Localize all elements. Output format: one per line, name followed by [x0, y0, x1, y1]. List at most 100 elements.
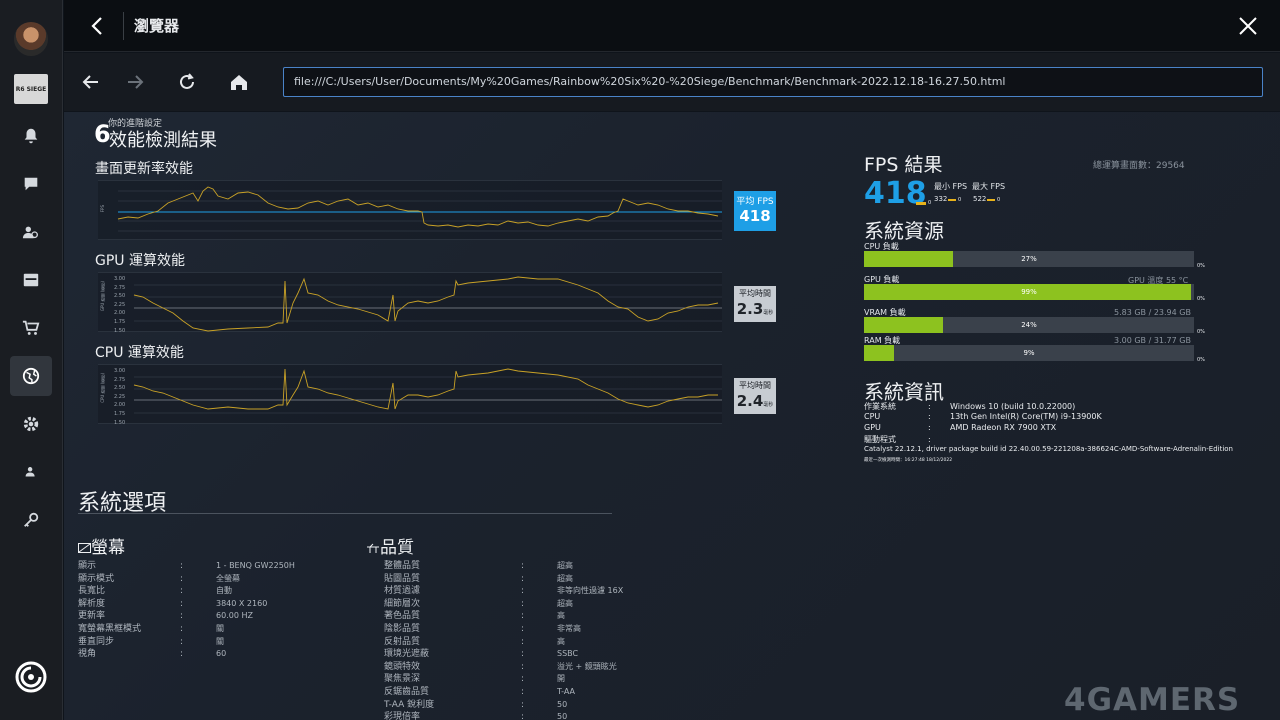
options-divider: [78, 513, 612, 514]
watermark: 4GAMERS: [1064, 682, 1241, 718]
gpu-load-bar: 99%: [864, 284, 1194, 300]
friends-icon[interactable]: [10, 212, 52, 252]
quality-title-text: 品質: [380, 538, 414, 558]
cpu-avg-badge: 平均時間 2.4毫秒: [734, 378, 776, 414]
avg-fps-badge: 平均 FPS 418: [734, 191, 776, 231]
game-thumbnail[interactable]: R6 SIEGE: [14, 74, 48, 104]
option-key: 更新率: [78, 611, 106, 622]
settings-gear-icon[interactable]: [10, 404, 52, 444]
store-cart-icon[interactable]: [10, 308, 52, 348]
option-value: 60.00 HZ: [216, 611, 253, 621]
key-icon[interactable]: [10, 500, 52, 540]
gpu-chart: GPU 時間 (毫秒) 3.00 2.75 2.50 2.25 2.00 1.75 1.50: [98, 272, 722, 334]
option-colon: :: [521, 623, 525, 634]
option-colon: :: [180, 636, 184, 647]
cpu-load-side: 0%: [1197, 263, 1205, 269]
option-key: 反鋸齒品質: [384, 686, 430, 697]
vram-load-bar: 24%: [864, 317, 1194, 333]
display-title-text: 螢幕: [91, 538, 125, 558]
gpu-value: AMD Radeon RX 7900 XTX: [950, 423, 1057, 432]
os-colon: :: [928, 402, 931, 411]
quality-keys: 整體品質 貼圖品質 材質過濾 細節層次 著色品質 陰影品質 反射品質 環境光遮蔽 鏡頭特效 聚焦景…: [384, 560, 434, 720]
os-value: Windows 10 (build 10.0.22000): [950, 402, 1076, 411]
option-key: 材質過濾: [384, 586, 421, 597]
gpu-avg-unit: 毫秒: [763, 310, 774, 316]
browser-toolbar: file:///C:/Users/User/Documents/My%20Gam…: [64, 53, 1280, 111]
avg-fps-sub: 0: [928, 200, 932, 206]
fps-results-title: FPS 結果: [864, 154, 943, 176]
cpu-value: 13th Gen Intel(R) Core(TM) i9-13900K: [950, 412, 1102, 421]
vram-mem: 5.83 GB / 23.94 GB: [1114, 308, 1191, 317]
nav-back-arrow-icon[interactable]: [80, 71, 102, 93]
option-value: 全螢幕: [216, 573, 240, 583]
ram-load-pct: 9%: [1023, 349, 1035, 357]
display-values: 1 - BENQ GW2250H 全螢幕 自動 3840 X 2160 60.00 HZ…: [216, 560, 295, 661]
account-icon[interactable]: [10, 452, 52, 492]
option-key: 聚焦景深: [384, 674, 421, 685]
display-keys: 顯示 顯示模式 長寬比 解析度 更新率 寬螢幕黑框模式 垂直同步 視角: [78, 560, 141, 661]
max-fps-value: 522: [973, 195, 987, 203]
option-colon: :: [521, 573, 525, 584]
total-frames: 總運算畫面數：29564: [1093, 161, 1185, 171]
option-key: 視角: [78, 649, 97, 660]
option-key: 陰影品質: [384, 623, 421, 634]
window-title: 瀏覽器: [134, 17, 180, 35]
option-value: 超高: [557, 561, 573, 570]
option-value: 超高: [557, 573, 573, 583]
browser-globe-icon[interactable]: [10, 356, 52, 396]
home-icon[interactable]: [228, 71, 250, 93]
display-colons: ::::::::: [180, 560, 183, 661]
option-value: 開: [557, 674, 565, 684]
option-colon: :: [521, 674, 525, 685]
nav-forward-arrow-icon[interactable]: [124, 71, 146, 93]
option-key: 彩現倍率: [384, 712, 421, 720]
option-colon: :: [521, 611, 525, 622]
url-input[interactable]: file:///C:/Users/User/Documents/My%20Gam…: [283, 67, 1263, 97]
option-value: 非等向性過濾 16X: [557, 586, 624, 596]
option-value: 60: [216, 649, 227, 659]
timestamp: 最近一次檢測時間：16:27:48 18/12/2022: [864, 458, 953, 463]
cpu-row: CPU: 13th Gen Intel(R) Core(TM) i9-13900K: [864, 412, 1102, 421]
cpu-load-bar: 27%: [864, 251, 1194, 267]
option-colon: :: [521, 586, 525, 597]
gpu-load-pct: 99%: [1021, 288, 1037, 296]
option-value: 50: [557, 712, 568, 720]
cpu-chart: CPU 時間 (毫秒) 3.00 2.75 2.50 2.25 2.00 1.75 1.50: [98, 364, 722, 426]
monitor-icon: [78, 543, 91, 553]
option-key: 寬螢幕黑框模式: [78, 623, 142, 634]
option-colon: :: [521, 699, 525, 710]
close-icon[interactable]: [1238, 16, 1258, 36]
option-colon: :: [521, 686, 525, 697]
chat-icon[interactable]: [10, 164, 52, 204]
ram-load-bar: 9%: [864, 345, 1194, 361]
option-colon: :: [521, 561, 525, 571]
library-icon[interactable]: [10, 260, 52, 300]
avg-fps-value: 418: [739, 207, 771, 225]
option-value: 高: [557, 611, 565, 621]
back-chevron-icon[interactable]: [86, 14, 110, 38]
option-value: 非常高: [557, 623, 581, 633]
min-fps-sub: 0: [958, 197, 962, 203]
avatar[interactable]: [14, 22, 48, 56]
ubisoft-logo-icon[interactable]: [14, 660, 48, 694]
divider: [123, 12, 124, 40]
gpu-row: GPU: AMD Radeon RX 7900 XTX: [864, 423, 1056, 432]
gpu-key: GPU: [864, 423, 881, 432]
option-value: 關: [216, 636, 224, 646]
gpu-avg-badge: 平均時間 2.3毫秒: [734, 286, 776, 322]
max-fps-sub: 0: [997, 197, 1001, 203]
option-key: 反射品質: [384, 636, 421, 647]
quality-values: 超高 超高 非等向性過濾 16X 超高高非常高高 SSBC 溢光 + 鏡頭眩光開 T-AA 5…: [557, 560, 623, 720]
cpu-avg-value: 2.4: [736, 392, 764, 410]
min-fps-value: 332: [934, 195, 948, 203]
driver-value: Catalyst 22.12.1, driver package build i…: [864, 445, 1233, 453]
option-key: 解析度: [78, 598, 106, 609]
option-value: 50: [557, 699, 568, 709]
option-value: T-AA: [557, 686, 576, 696]
max-fps-accent: [987, 199, 995, 201]
option-colon: :: [521, 598, 525, 609]
option-key: 垂直同步: [78, 636, 115, 647]
bell-icon[interactable]: [10, 116, 52, 156]
reload-icon[interactable]: [176, 71, 198, 93]
option-colon: :: [521, 649, 525, 660]
